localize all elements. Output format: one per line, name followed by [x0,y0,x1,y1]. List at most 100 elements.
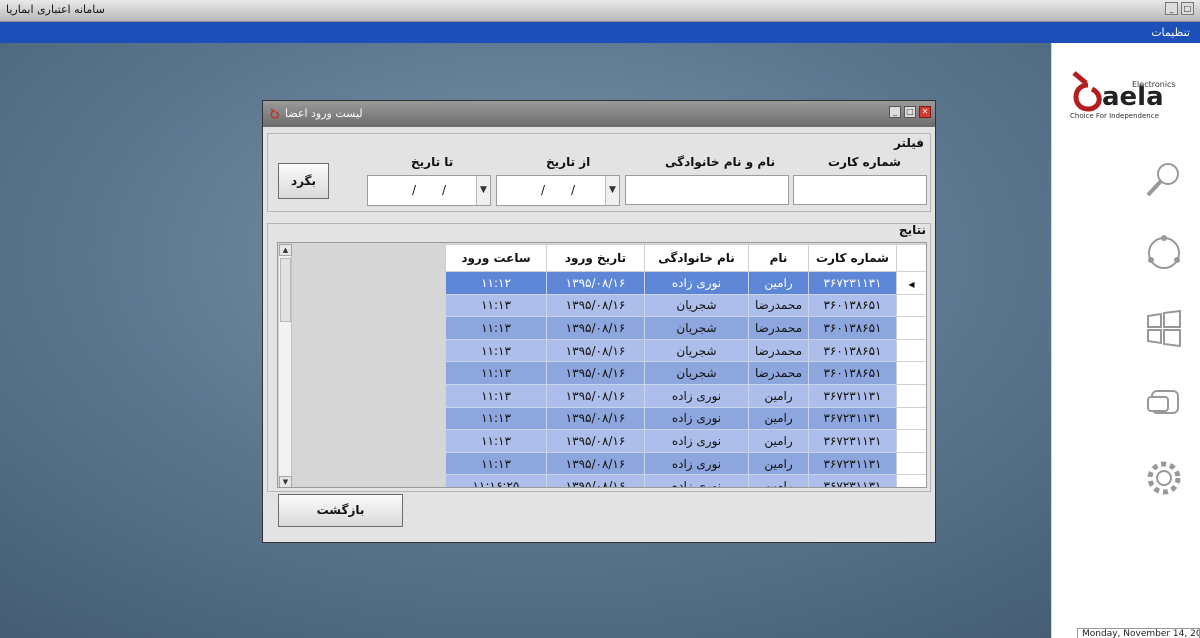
column-header[interactable]: تاریخ ورود [546,244,645,272]
table-row[interactable]: ۳۶۰۱۳۸۶۵۱ محمدرضا شجریان ۱۳۹۵/۰۸/۱۶ ۱۱:۱۳ [445,361,926,385]
table-cell: ۱۱:۱۳ [445,406,547,431]
table-cell: شجریان [644,338,749,363]
chevron-down-icon[interactable]: ▼ [605,176,619,205]
table-row[interactable]: ◀ ۳۶۷۲۳۱۱۳۱ رامین نوری زاده ۱۳۹۵/۰۸/۱۶ ۱۱:۱۲ [445,271,926,295]
chevron-down-icon[interactable]: ▼ [476,176,490,205]
minimize-icon[interactable]: _ [1165,2,1178,15]
table-cell: ۱۱:۱۳ [445,383,547,408]
table-body: ◀ ۳۶۷۲۳۱۱۳۱ رامین نوری زاده ۱۳۹۵/۰۸/۱۶ ۱۱:۱۲ ۳… [445,271,926,487]
row-header[interactable] [896,451,926,476]
table-cell: ۱۱:۱۲ [445,271,547,295]
column-header[interactable]: نام [748,244,809,272]
table-cell: ۳۶۷۲۳۱۱۳۱ [808,271,897,295]
full-name-input[interactable] [625,175,789,205]
row-header[interactable] [896,429,926,453]
table-row[interactable]: ۳۶۷۲۳۱۱۳۱ رامین نوری زاده ۱۳۹۵/۰۸/۱۶ ۱۱:۱۳ [445,429,926,453]
table-row[interactable]: ۳۶۷۲۳۱۱۳۱ رامین نوری زاده ۱۳۹۵/۰۸/۱۶ ۱۱:۱۳ [445,451,926,476]
table-cell: رامین [748,406,809,431]
table-cell: ۳۶۰۱۳۸۶۵۱ [808,361,897,385]
row-header[interactable] [896,383,926,408]
table-cell: ۱۳۹۵/۰۸/۱۶ [546,293,645,318]
row-header[interactable] [896,293,926,318]
table-row[interactable]: ۳۶۰۱۳۸۶۵۱ محمدرضا شجریان ۱۳۹۵/۰۸/۱۶ ۱۱:۱۳ [445,293,926,318]
menu-settings[interactable]: تنظیمات [1151,26,1190,39]
column-header[interactable]: نام خانوادگی [644,244,749,272]
row-header[interactable]: ◀ [896,271,926,295]
row-header[interactable] [896,361,926,385]
table-cell: شجریان [644,293,749,318]
table-cell: ۱۳۹۵/۰۸/۱۶ [546,429,645,453]
table-row[interactable]: ۳۶۷۲۳۱۱۳۱ رامین نوری زاده ۱۳۹۵/۰۸/۱۶ ۱۱:۱۶:۲… [445,474,926,487]
dialog-maximize-icon[interactable]: □ [904,106,916,118]
table-cell: ۱۱:۱۳ [445,338,547,363]
table-cell: محمدرضا [748,361,809,385]
table-cell: رامین [748,451,809,476]
row-header[interactable] [896,406,926,431]
table-row[interactable]: ۳۶۷۲۳۱۱۳۱ رامین نوری زاده ۱۳۹۵/۰۸/۱۶ ۱۱:۱۳ [445,406,926,431]
table-cell: نوری زاده [644,429,749,453]
dialog-window-controls: _ □ ✕ [889,106,931,118]
table-cell: نوری زاده [644,271,749,295]
scroll-thumb[interactable] [280,258,291,322]
row-header[interactable] [896,474,926,487]
from-date-picker[interactable]: / / ▼ [496,175,620,206]
dialog-title: لیست ورود اعضا [285,107,363,120]
back-button[interactable]: بازگشت [278,494,403,527]
maximize-icon[interactable]: □ [1181,2,1194,15]
app-title: سامانه اعتباری ابماریا [6,3,105,16]
from-date-label: از تاریخ [546,155,591,169]
row-pointer-icon: ◀ [908,279,915,289]
window-controls: _ □ [1165,2,1194,15]
table-cell: رامین [748,474,809,487]
dialog-titlebar: لیست ورود اعضا _ □ ✕ [263,101,935,127]
table-cell: ۱۱:۱۳ [445,429,547,453]
devices-icon[interactable] [1144,383,1184,423]
network-icon[interactable] [1144,233,1184,273]
table-cell: ۱۳۹۵/۰۸/۱۶ [546,361,645,385]
dialog-close-icon[interactable]: ✕ [919,106,931,118]
svg-text:Electronics: Electronics [1132,80,1176,89]
app-logo-icon [270,108,279,119]
column-header[interactable]: ساعت ورود [445,244,547,272]
table-cell: ۱۳۹۵/۰۸/۱۶ [546,451,645,476]
card-number-label: شماره کارت [828,155,901,169]
table-cell: ۱۳۹۵/۰۸/۱۶ [546,406,645,431]
app-titlebar: سامانه اعتباری ابماریا _ □ [0,0,1200,22]
search-button[interactable]: بگرد [278,163,329,199]
results-group-label: نتایج [898,223,926,237]
card-number-input[interactable] [793,175,927,205]
dialog-minimize-icon[interactable]: _ [889,106,901,118]
table-cell: ۳۶۷۲۳۱۱۳۱ [808,474,897,487]
menu-bar: تنظیمات [0,22,1200,43]
table-cell: محمدرضا [748,338,809,363]
search-icon[interactable] [1144,159,1184,199]
column-header[interactable]: شماره کارت [808,244,897,272]
table-cell: رامین [748,383,809,408]
gear-icon[interactable] [1144,458,1184,498]
table-cell: محمدرضا [748,293,809,318]
results-grid[interactable]: ▲ ▼ شماره کارت نام نام خانوادگی تاریخ ور… [277,242,927,488]
windows-icon[interactable] [1144,308,1184,348]
table-row[interactable]: ۳۶۰۱۳۸۶۵۱ محمدرضا شجریان ۱۳۹۵/۰۸/۱۶ ۱۱:۱۳ [445,316,926,340]
date-display: Monday, November 14, 2016 [1077,628,1200,638]
vertical-scrollbar[interactable]: ▲ ▼ [279,244,292,487]
table-row[interactable]: ۳۶۰۱۳۸۶۵۱ محمدرضا شجریان ۱۳۹۵/۰۸/۱۶ ۱۱:۱۳ [445,338,926,363]
table-cell: ۳۶۷۲۳۱۱۳۱ [808,451,897,476]
company-logo: aela Electronics Choice For Independence [1070,71,1176,120]
table-cell: شجریان [644,316,749,340]
scroll-up-icon[interactable]: ▲ [279,244,292,256]
table-cell: ۳۶۷۲۳۱۱۳۱ [808,406,897,431]
row-header[interactable] [896,316,926,340]
table-cell: ۱۳۹۵/۰۸/۱۶ [546,271,645,295]
row-header[interactable] [896,338,926,363]
table-cell: ۱۱:۱۳ [445,451,547,476]
row-header-corner [896,244,926,272]
scroll-down-icon[interactable]: ▼ [279,476,292,487]
table-cell: ۳۶۰۱۳۸۶۵۱ [808,338,897,363]
table-cell: محمدرضا [748,316,809,340]
table-cell: رامین [748,271,809,295]
to-date-picker[interactable]: / / ▼ [367,175,491,206]
table-row[interactable]: ۳۶۷۲۳۱۱۳۱ رامین نوری زاده ۱۳۹۵/۰۸/۱۶ ۱۱:۱۳ [445,383,926,408]
table-cell: ۳۶۷۲۳۱۱۳۱ [808,429,897,453]
table-cell: نوری زاده [644,451,749,476]
